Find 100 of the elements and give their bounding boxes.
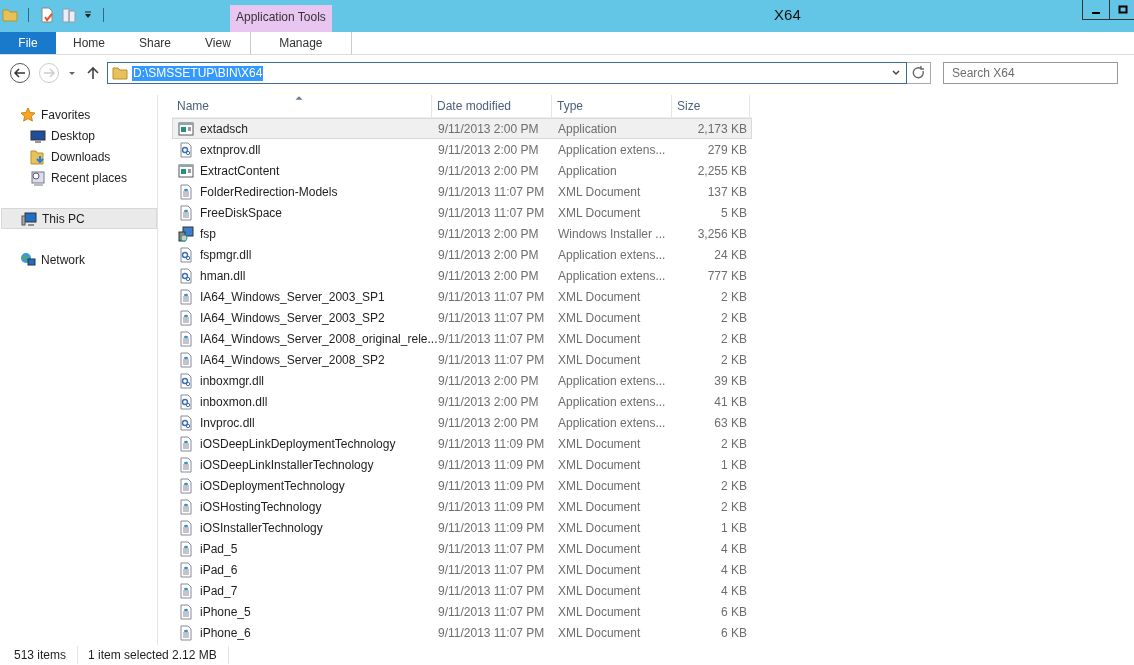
file-row[interactable]: FolderRedirection-Models 9/11/2013 11:07 PM XML Document 137 KB [172, 181, 752, 202]
date-cell-text: 9/11/2013 11:09 PM [437, 456, 546, 474]
window-title: X64 [773, 5, 802, 25]
file-row[interactable]: inboxmon.dll 9/11/2013 2:00 PM Application extens... 41 KB [172, 391, 752, 412]
date-cell-text: 9/11/2013 11:07 PM [437, 603, 546, 621]
star-icon [20, 106, 36, 123]
size-cell-text: 4 KB [720, 540, 748, 558]
file-row[interactable]: fsp 9/11/2013 2:00 PM Windows Installer ... 3,256 KB [172, 223, 752, 244]
monitor-icon [30, 127, 46, 144]
document-icon [178, 519, 194, 536]
file-row[interactable]: inboxmgr.dll 9/11/2013 2:00 PM Application extens... 39 KB [172, 370, 752, 391]
file-name: inboxmon.dll [200, 394, 268, 409]
sidebar-item[interactable]: Recent places [0, 167, 157, 188]
file-row[interactable]: IA64_Windows_Server_2008_original_rele...9/11/2013 11:07 PM XML Document 2 KB [172, 328, 752, 349]
date-cell-text: 9/11/2013 2:00 PM [437, 246, 540, 264]
type-cell-text: Application [557, 120, 618, 138]
file-name: iOSDeploymentTechnology [200, 478, 345, 493]
file-row[interactable]: FreeDiskSpace 9/11/2013 11:07 PM XML Document 5 KB [172, 202, 752, 223]
dropdown-icon[interactable] [83, 10, 93, 20]
file-name: iPhone_6 [200, 625, 251, 640]
column-header[interactable]: Date modified [432, 95, 552, 117]
up-arrow-icon[interactable] [85, 65, 101, 81]
date-cell-text: 9/11/2013 2:00 PM [437, 372, 540, 390]
file-row[interactable]: IA64_Windows_Server_2008_SP2 9/11/2013 11:07 PM XML Document 2 KB [172, 349, 752, 370]
file-row[interactable]: hman.dll 9/11/2013 2:00 PM Application extens... 777 KB [172, 265, 752, 286]
ribbon-tab[interactable]: Manage [249, 32, 352, 54]
file-name: iPhone_5 [200, 604, 251, 619]
file-row[interactable]: iOSInstallerTechnology 9/11/2013 11:09 PM XML Document 1 KB [172, 517, 752, 538]
type-cell-text: Application extens... [557, 372, 667, 390]
size-cell-text: 4 KB [720, 582, 748, 600]
file-row[interactable]: Invproc.dll 9/11/2013 2:00 PM Application extens... 63 KB [172, 412, 752, 433]
file-row[interactable]: iPhone_6 9/11/2013 11:07 PM XML Document 6 KB [172, 622, 752, 643]
size-cell-text: 2,255 KB [696, 162, 748, 180]
search-field[interactable]: Search X64 [943, 62, 1118, 84]
document-icon [178, 456, 194, 473]
file-name: iPad_7 [200, 583, 238, 598]
type-cell-text: XML Document [557, 456, 642, 474]
status-text: 1 item selected 2.12 MB [88, 646, 229, 664]
sidebar-item[interactable]: Network [0, 249, 157, 270]
size-cell-text: 24 KB [713, 246, 748, 264]
file-name: extadsch [200, 121, 249, 136]
file-row[interactable]: iPad_5 9/11/2013 11:07 PM XML Document 4 KB [172, 538, 752, 559]
file-row[interactable]: iOSDeepLinkInstallerTechnology 9/11/2013 11:09 PM XML Document 1 KB [172, 454, 752, 475]
file-row[interactable]: ExtractContent 9/11/2013 2:00 PM Application 2,255 KB [172, 160, 752, 181]
file-row[interactable]: extadsch 9/11/2013 2:00 PM Application 2,173 KB [172, 118, 752, 139]
size-cell-text: 2,173 KB [696, 120, 748, 138]
type-cell-text: XML Document [557, 540, 642, 558]
file-name: iPad_6 [200, 562, 238, 577]
sidebar-item[interactable]: Desktop [0, 125, 157, 146]
column-header[interactable]: Size [672, 95, 750, 117]
type-cell-text: XML Document [557, 582, 642, 600]
file-name: IA64_Windows_Server_2008_SP2 [200, 352, 385, 367]
gear-document-icon [178, 372, 194, 389]
file-name: iOSInstallerTechnology [200, 520, 323, 535]
size-cell-text: 777 KB [706, 267, 748, 285]
size-cell-text: 1 KB [720, 519, 748, 537]
chevron-down-icon[interactable] [891, 68, 901, 78]
maximize-icon [1118, 4, 1128, 15]
refresh-icon [910, 65, 927, 81]
type-cell-text: XML Document [557, 624, 642, 642]
file-row[interactable]: IA64_Windows_Server_2003_SP2 9/11/2013 11:07 PM XML Document 2 KB [172, 307, 752, 328]
file-row[interactable]: iOSDeploymentTechnology 9/11/2013 11:09 PM XML Document 2 KB [172, 475, 752, 496]
type-cell-text: XML Document [557, 498, 642, 516]
type-cell-text: XML Document [557, 603, 642, 621]
type-cell-text: XML Document [557, 183, 642, 201]
file-row[interactable]: iPad_6 9/11/2013 11:07 PM XML Document 4 KB [172, 559, 752, 580]
size-cell-text: 63 KB [713, 414, 748, 432]
type-cell-text: Application [557, 162, 618, 180]
size-cell-text: 2 KB [720, 435, 748, 453]
file-row[interactable]: extnprov.dll 9/11/2013 2:00 PM Application extens... 279 KB [172, 139, 752, 160]
document-icon [178, 330, 194, 347]
sidebar-item[interactable]: Downloads [0, 146, 157, 167]
file-row[interactable]: iOSDeepLinkDeploymentTechnology 9/11/2013 11:09 PM XML Document 2 KB [172, 433, 752, 454]
type-cell-text: XML Document [557, 204, 642, 222]
file-name: Invproc.dll [200, 415, 255, 430]
file-row[interactable]: iPhone_5 9/11/2013 11:07 PM XML Document 6 KB [172, 601, 752, 622]
computer-icon [21, 210, 37, 227]
refresh-button[interactable] [907, 62, 931, 84]
date-cell-text: 9/11/2013 2:00 PM [437, 267, 540, 285]
file-menu-tab[interactable]: File [0, 32, 56, 54]
back-button[interactable] [9, 62, 31, 84]
date-cell-text: 9/11/2013 11:09 PM [437, 498, 546, 516]
contextual-tab-group: Application Tools [230, 5, 332, 32]
column-header[interactable]: Type [552, 95, 672, 117]
minimize-button[interactable] [1082, 0, 1110, 20]
date-cell-text: 9/11/2013 11:07 PM [437, 351, 546, 369]
file-row[interactable]: fspmgr.dll 9/11/2013 2:00 PM Application extens... 24 KB [172, 244, 752, 265]
file-name: iOSDeepLinkDeploymentTechnology [200, 436, 396, 451]
sidebar-item[interactable]: Favorites [0, 104, 157, 125]
document-check-icon[interactable] [39, 7, 55, 23]
file-row[interactable]: iOSHostingTechnology 9/11/2013 11:09 PM XML Document 2 KB [172, 496, 752, 517]
address-path: D:\SMSSETUP\BIN\X64 [132, 65, 264, 81]
size-cell-text: 279 KB [706, 141, 748, 159]
file-name: fsp [200, 226, 216, 241]
file-name: FreeDiskSpace [200, 205, 283, 220]
sidebar-item[interactable]: This PC [1, 208, 157, 229]
document-icon [178, 540, 194, 557]
file-row[interactable]: IA64_Windows_Server_2003_SP1 9/11/2013 11:07 PM XML Document 2 KB [172, 286, 752, 307]
file-row[interactable]: iPad_7 9/11/2013 11:07 PM XML Document 4 KB [172, 580, 752, 601]
date-cell-text: 9/11/2013 11:07 PM [437, 561, 546, 579]
